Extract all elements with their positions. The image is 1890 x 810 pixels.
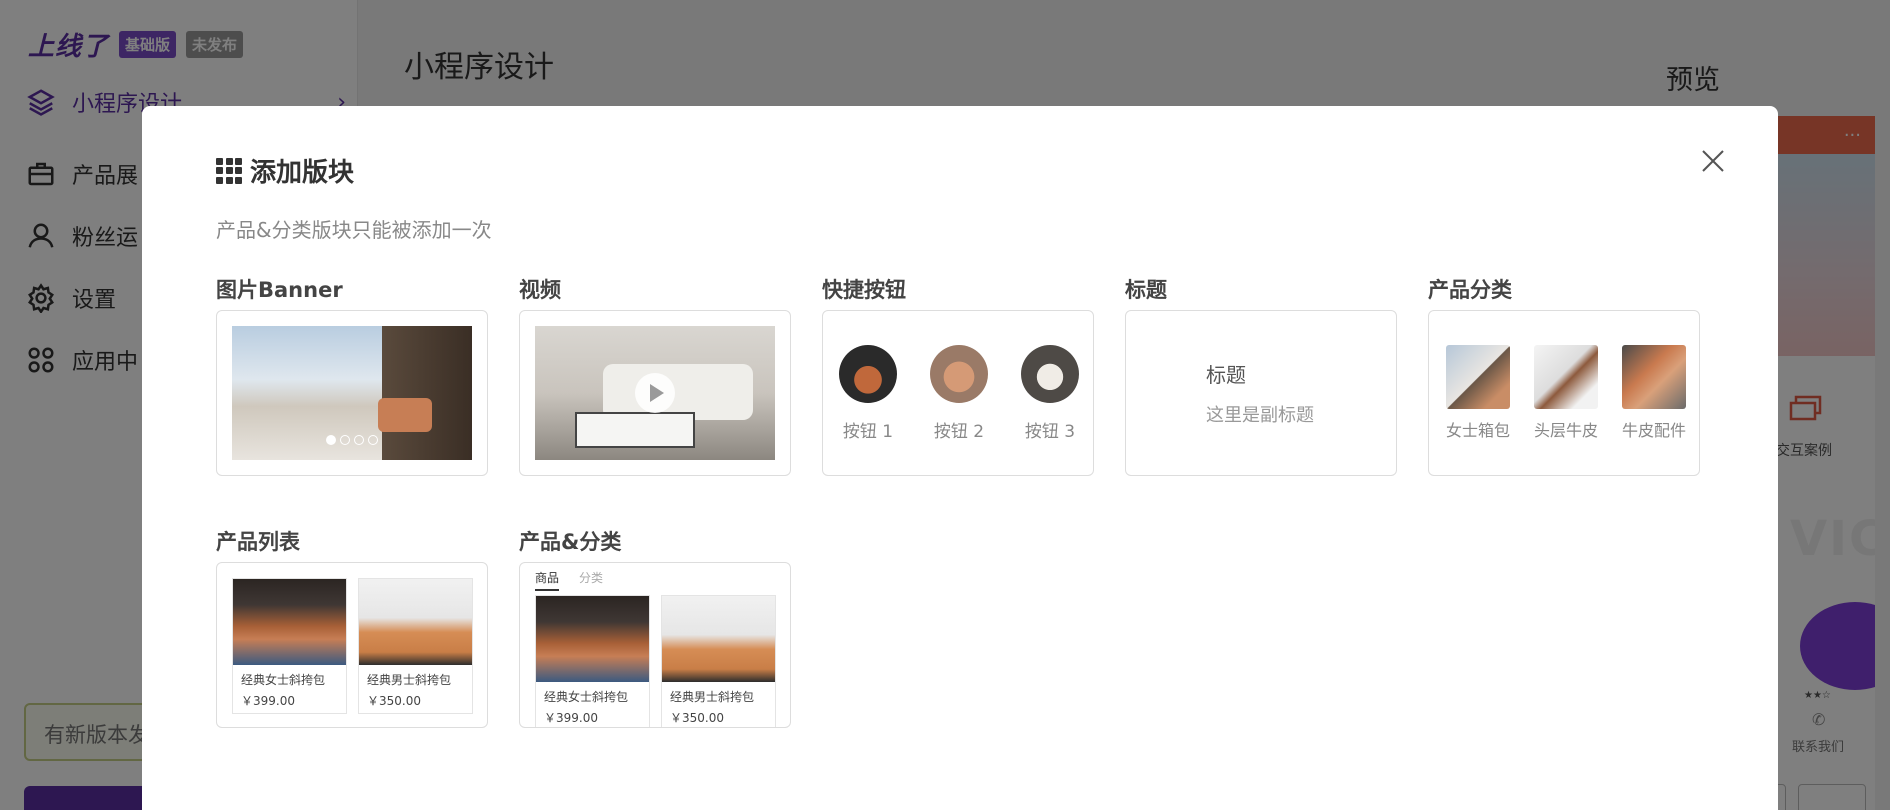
modal-header: 添加版块 <box>216 152 354 189</box>
modal-subtitle: 产品&分类版块只能被添加一次 <box>216 218 492 242</box>
block-product-list: 产品列表 经典女士斜挎包 ￥399.00 经典男士斜挎包 ￥350.00 <box>216 526 488 728</box>
grid-icon <box>216 157 242 184</box>
product-category-block-card[interactable]: 商品 分类 经典女士斜挎包 ￥399.00 经典男士斜挎包 ￥350.00 <box>519 562 791 728</box>
block-category: 产品分类 女士箱包 头层牛皮 牛皮配件 <box>1428 274 1700 476</box>
close-icon[interactable] <box>1700 148 1726 174</box>
product-list-block-card[interactable]: 经典女士斜挎包 ￥399.00 经典男士斜挎包 ￥350.00 <box>216 562 488 728</box>
category-label: 牛皮配件 <box>1621 421 1686 440</box>
tab-categories: 分类 <box>579 571 604 585</box>
product-name: 经典女士斜挎包 <box>544 690 629 704</box>
block-label: 快捷按钮 <box>822 278 906 302</box>
block-label: 产品&分类 <box>519 530 622 554</box>
block-video: 视频 <box>519 274 791 476</box>
quick-button-image <box>839 345 897 403</box>
product-card: 经典女士斜挎包 ￥399.00 <box>535 595 650 727</box>
tab-products: 商品 <box>535 569 560 591</box>
quick-buttons-block-card[interactable]: 按钮 1 按钮 2 按钮 3 <box>822 310 1094 476</box>
add-block-modal: 添加版块 产品&分类版块只能被添加一次 图片Banner 视频 快捷按钮 按钮 … <box>142 106 1778 810</box>
quick-button-image <box>1021 345 1079 403</box>
product-price: ￥399.00 <box>241 694 295 708</box>
category-item: 牛皮配件 <box>1619 345 1689 441</box>
category-label: 头层牛皮 <box>1533 421 1598 440</box>
quick-button-label: 按钮 2 <box>933 422 985 442</box>
carousel-dots <box>326 435 378 445</box>
sample-subtitle: 这里是副标题 <box>1206 405 1314 426</box>
block-title: 标题 标题 这里是副标题 <box>1125 274 1397 476</box>
product-price: ￥350.00 <box>367 694 421 708</box>
category-image <box>1446 345 1510 409</box>
product-name: 经典男士斜挎包 <box>670 690 755 704</box>
product-image <box>662 596 775 682</box>
banner-block-card[interactable] <box>216 310 488 476</box>
product-card: 经典男士斜挎包 ￥350.00 <box>358 578 473 714</box>
block-label: 产品分类 <box>1428 278 1512 302</box>
product-price: ￥399.00 <box>544 711 598 725</box>
video-block-card[interactable] <box>519 310 791 476</box>
block-banner: 图片Banner <box>216 274 488 476</box>
product-image <box>233 579 346 665</box>
category-item: 女士箱包 <box>1443 345 1513 441</box>
quick-button: 按钮 1 <box>833 345 903 442</box>
quick-button-label: 按钮 1 <box>842 422 894 442</box>
product-card: 经典男士斜挎包 ￥350.00 <box>661 595 776 727</box>
preview-tabs: 商品 分类 <box>535 569 603 591</box>
category-block-card[interactable]: 女士箱包 头层牛皮 牛皮配件 <box>1428 310 1700 476</box>
banner-image <box>232 326 472 460</box>
quick-button-image <box>930 345 988 403</box>
category-item: 头层牛皮 <box>1531 345 1601 441</box>
category-image <box>1622 345 1686 409</box>
block-label: 视频 <box>519 278 561 302</box>
product-price: ￥350.00 <box>670 711 724 725</box>
product-name: 经典女士斜挎包 <box>241 673 326 687</box>
product-image <box>536 596 649 682</box>
block-quick-buttons: 快捷按钮 按钮 1 按钮 2 按钮 3 <box>822 274 1094 476</box>
play-icon <box>635 373 675 413</box>
quick-button: 按钮 3 <box>1015 345 1085 442</box>
quick-button: 按钮 2 <box>924 345 994 442</box>
block-label: 产品列表 <box>216 530 300 554</box>
block-label: 标题 <box>1125 278 1167 302</box>
quick-button-label: 按钮 3 <box>1024 422 1076 442</box>
product-name: 经典男士斜挎包 <box>367 673 452 687</box>
block-product-category: 产品&分类 商品 分类 经典女士斜挎包 ￥399.00 经典男士斜挎包 ￥350… <box>519 526 791 728</box>
product-card: 经典女士斜挎包 ￥399.00 <box>232 578 347 714</box>
product-image <box>359 579 472 665</box>
block-label: 图片Banner <box>216 278 343 302</box>
category-image <box>1534 345 1598 409</box>
video-thumbnail <box>535 326 775 460</box>
title-block-card[interactable]: 标题 这里是副标题 <box>1125 310 1397 476</box>
modal-title: 添加版块 <box>250 158 355 188</box>
category-label: 女士箱包 <box>1445 421 1510 440</box>
sample-title: 标题 <box>1206 363 1246 387</box>
